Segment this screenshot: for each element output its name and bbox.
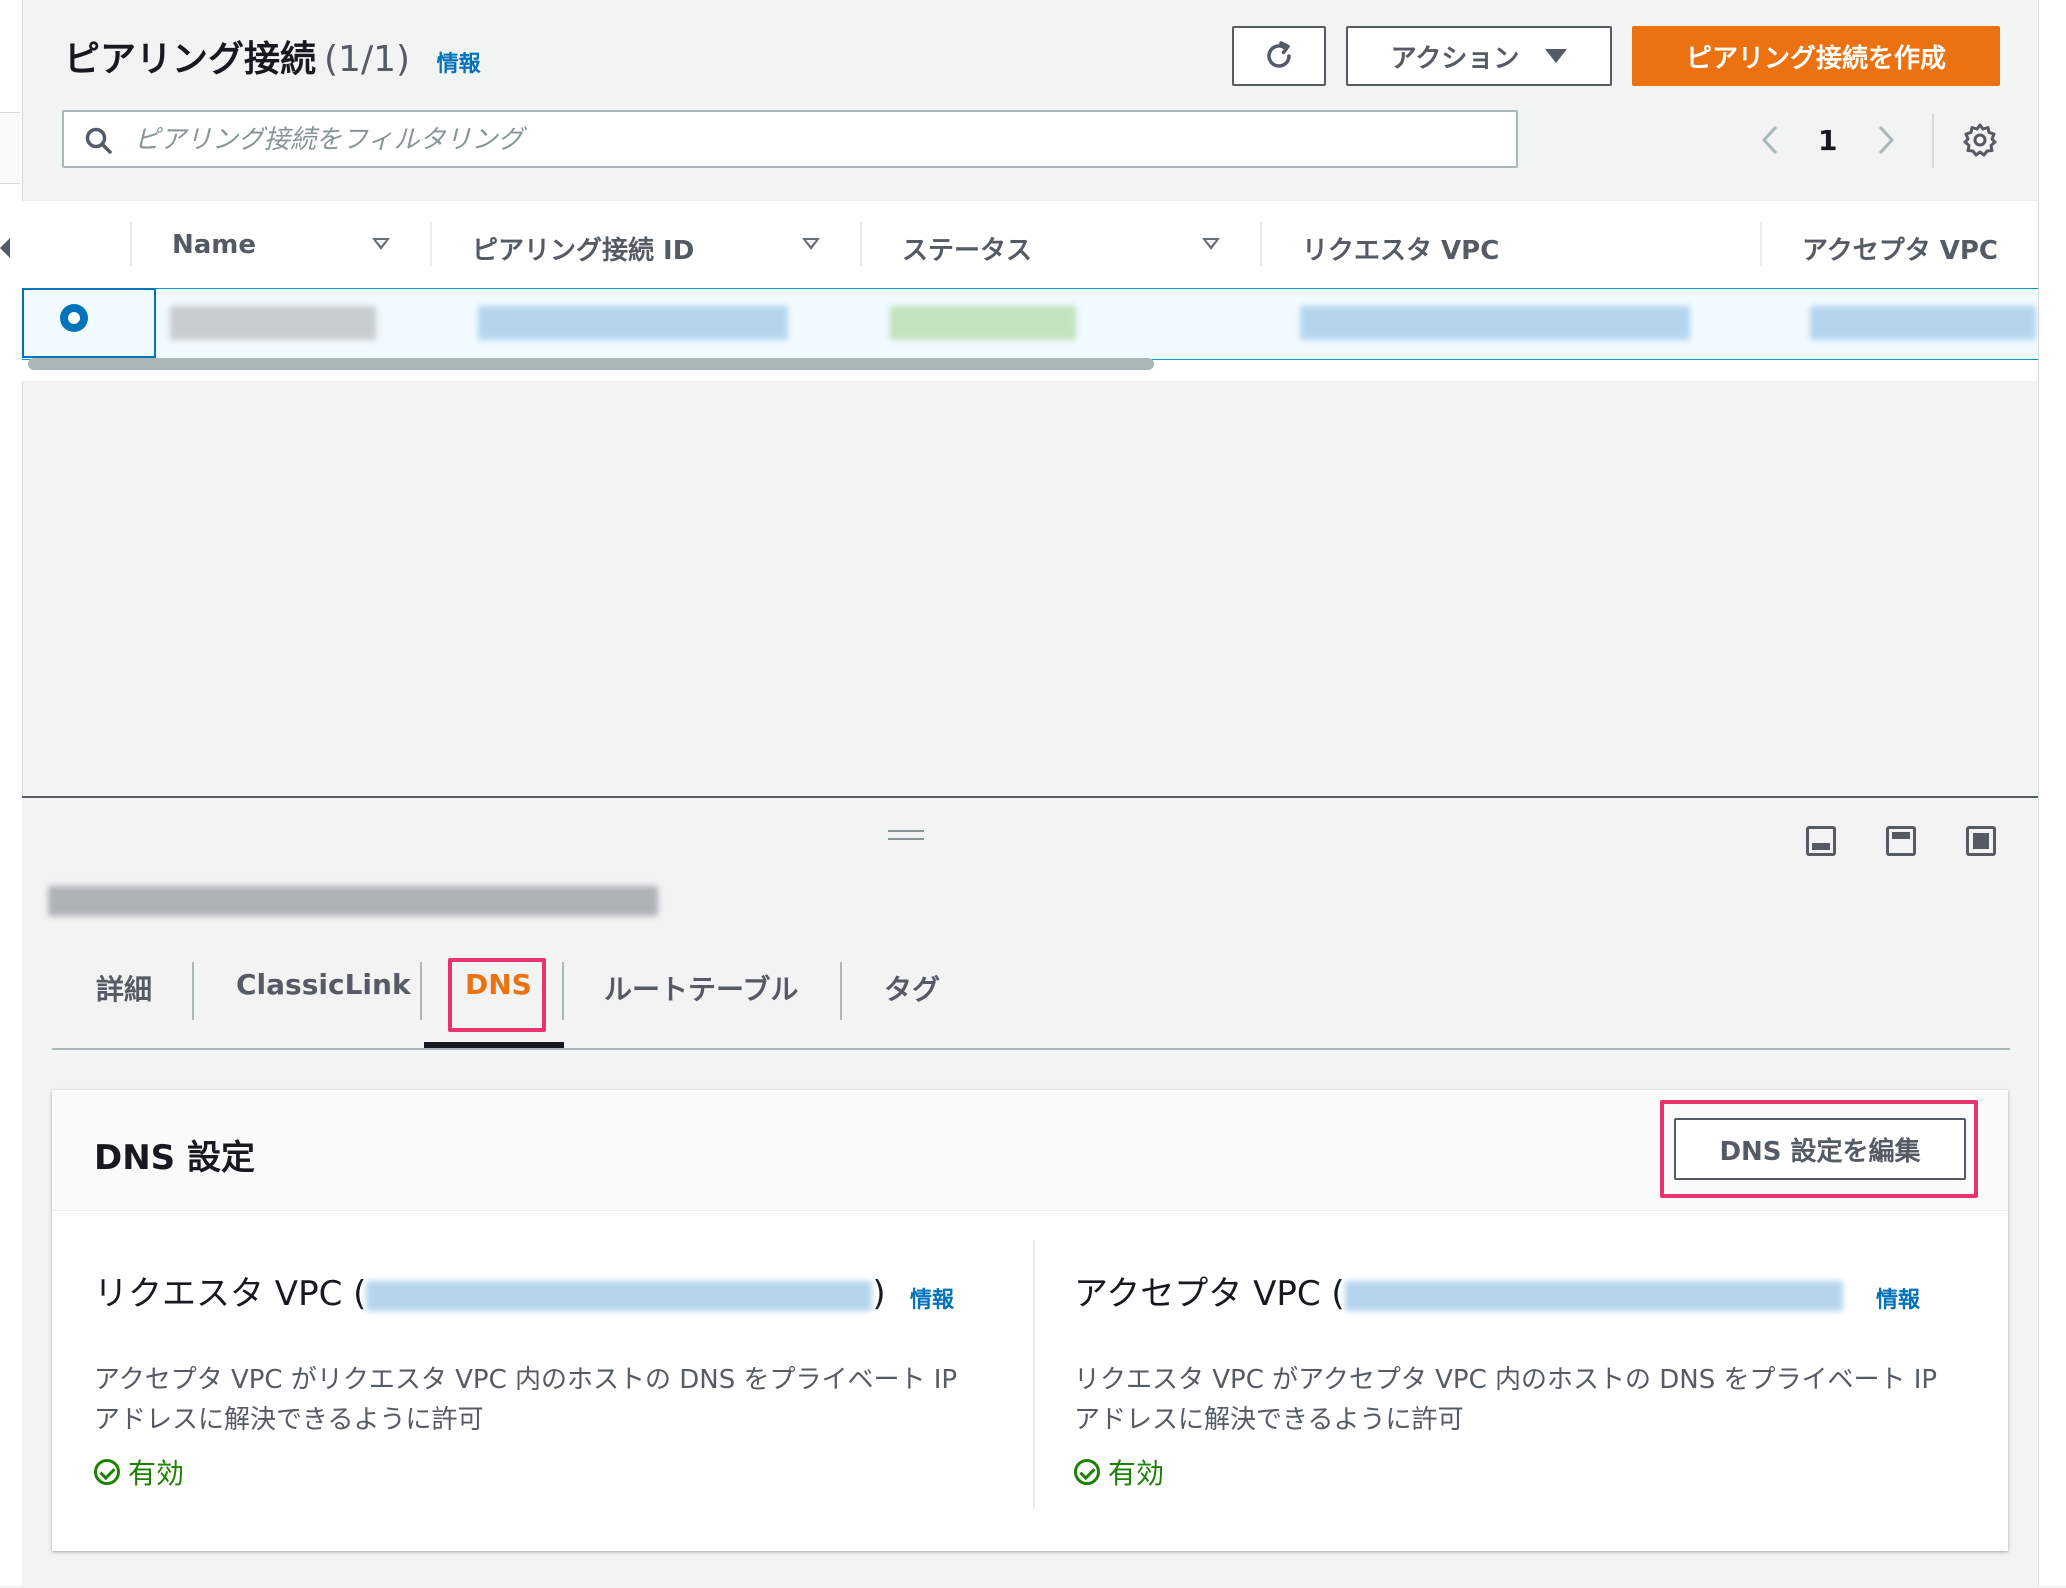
accepter-title-prefix: アクセプタ VPC ( bbox=[1074, 1274, 1345, 1314]
accepter-status: 有効 bbox=[1074, 1452, 1164, 1492]
requester-title-suffix: ) bbox=[872, 1274, 886, 1314]
row-select-cell[interactable] bbox=[22, 288, 156, 358]
next-page-icon[interactable] bbox=[1874, 124, 1898, 156]
row-radio-selected[interactable] bbox=[60, 304, 88, 332]
resize-handle-icon[interactable] bbox=[888, 830, 924, 832]
filter-input[interactable] bbox=[132, 118, 1496, 162]
create-peering-button[interactable]: ピアリング接続を作成 bbox=[1632, 26, 2000, 86]
panel-bottom-icon[interactable] bbox=[1806, 826, 1836, 856]
column-header-requester-vpc[interactable]: リクエスタ VPC bbox=[1302, 230, 1499, 267]
gear-icon[interactable] bbox=[1962, 122, 1998, 158]
tab-divider bbox=[840, 962, 842, 1020]
pagination-divider bbox=[1932, 114, 1934, 168]
horizontal-scrollbar[interactable] bbox=[28, 358, 1154, 370]
edit-dns-settings-button[interactable]: DNS 設定を編集 bbox=[1674, 1118, 1966, 1180]
create-peering-label: ピアリング接続を作成 bbox=[1685, 43, 1946, 74]
requester-info-link[interactable]: 情報 bbox=[910, 1282, 954, 1314]
edit-dns-settings-label: DNS 設定を編集 bbox=[1719, 1136, 1921, 1167]
column-divider bbox=[130, 222, 132, 266]
filter-box[interactable] bbox=[62, 110, 1518, 168]
accepter-info-link[interactable]: 情報 bbox=[1876, 1282, 1920, 1314]
redacted-status bbox=[890, 306, 1076, 340]
redacted-requester-vpc-id bbox=[366, 1280, 873, 1311]
tab-classiclink[interactable]: ClassicLink bbox=[236, 968, 411, 1001]
column-divider bbox=[430, 222, 432, 266]
check-circle-icon bbox=[94, 1459, 120, 1485]
requester-status-text: 有効 bbox=[128, 1457, 185, 1490]
requester-description: アクセプタ VPC がリクエスタ VPC 内のホストの DNS をプライベート … bbox=[94, 1365, 958, 1435]
panel-side-icon[interactable] bbox=[1886, 826, 1916, 856]
sort-icon[interactable] bbox=[802, 238, 820, 250]
actions-label: アクション bbox=[1390, 43, 1520, 74]
collapse-arrow-icon[interactable] bbox=[0, 238, 10, 258]
sort-icon[interactable] bbox=[1202, 238, 1220, 250]
current-page[interactable]: 1 bbox=[1818, 124, 1837, 157]
tab-tags[interactable]: タグ bbox=[884, 968, 940, 1008]
tab-underline bbox=[52, 1048, 2010, 1050]
tab-divider bbox=[562, 962, 564, 1020]
right-edge bbox=[2038, 0, 2066, 1586]
actions-dropdown[interactable]: アクション bbox=[1346, 26, 1612, 86]
accepter-vpc-title: アクセプタ VPC ( bbox=[1074, 1266, 1843, 1315]
column-header-accepter-vpc[interactable]: アクセプタ VPC bbox=[1802, 230, 1998, 267]
tab-route-tables[interactable]: ルートテーブル bbox=[604, 968, 798, 1008]
requester-title-prefix: リクエスタ VPC ( bbox=[94, 1274, 367, 1314]
check-circle-icon bbox=[1074, 1459, 1100, 1485]
dns-settings-title: DNS 設定 bbox=[94, 1138, 256, 1178]
redacted-peering-id bbox=[478, 306, 788, 340]
item-count: (1/1) bbox=[324, 39, 411, 80]
refresh-icon bbox=[1267, 41, 1291, 68]
requester-vpc-title: リクエスタ VPC () bbox=[94, 1266, 886, 1315]
tab-divider bbox=[420, 962, 422, 1020]
search-icon bbox=[85, 127, 112, 154]
accepter-status-text: 有効 bbox=[1108, 1457, 1165, 1490]
tab-details[interactable]: 詳細 bbox=[96, 968, 152, 1008]
column-divider bbox=[860, 222, 862, 266]
column-header-peering-id[interactable]: ピアリング接続 ID bbox=[472, 230, 694, 267]
refresh-button[interactable] bbox=[1232, 26, 1326, 86]
header-info-link[interactable]: 情報 bbox=[437, 52, 481, 77]
panel-maximize-icon[interactable] bbox=[1966, 826, 1996, 856]
column-divider bbox=[1260, 222, 1262, 266]
page-title: ピアリング接続 (1/1) 情報 bbox=[64, 30, 481, 82]
page-title-text: ピアリング接続 bbox=[64, 39, 317, 80]
sort-icon[interactable] bbox=[372, 238, 390, 250]
tab-dns[interactable]: DNS bbox=[465, 968, 532, 1001]
prev-page-icon[interactable] bbox=[1758, 124, 1782, 156]
requester-status: 有効 bbox=[94, 1452, 184, 1492]
nav-collapse-notch[interactable] bbox=[0, 112, 20, 184]
column-header-status[interactable]: ステータス bbox=[902, 230, 1032, 267]
column-divider bbox=[1033, 1240, 1035, 1510]
caret-down-icon bbox=[1545, 49, 1568, 63]
tab-divider bbox=[192, 962, 194, 1020]
redacted-panel-title bbox=[48, 886, 658, 916]
redacted-accepter-vpc-id bbox=[1344, 1280, 1843, 1311]
redacted-name bbox=[170, 306, 376, 340]
active-tab-indicator bbox=[424, 1042, 564, 1048]
redacted-accepter-vpc bbox=[1810, 306, 2036, 340]
column-divider bbox=[1760, 222, 1762, 266]
accepter-description: リクエスタ VPC がアクセプタ VPC 内のホストの DNS をプライベート … bbox=[1074, 1365, 1938, 1435]
redacted-requester-vpc bbox=[1300, 306, 1690, 340]
column-header-name[interactable]: Name bbox=[172, 230, 256, 260]
